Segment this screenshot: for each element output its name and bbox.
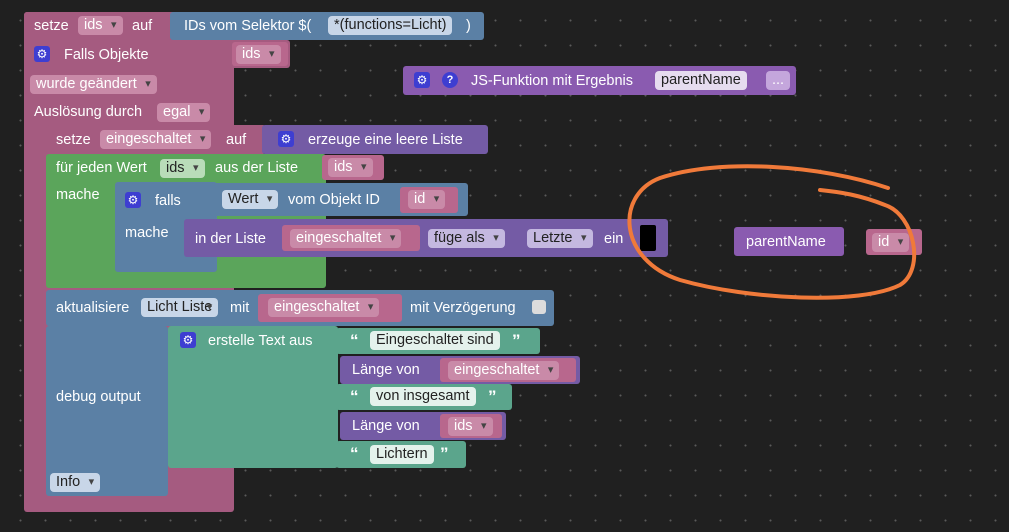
annotation-circle: [627, 164, 917, 300]
annotation-stroke: [627, 164, 917, 300]
